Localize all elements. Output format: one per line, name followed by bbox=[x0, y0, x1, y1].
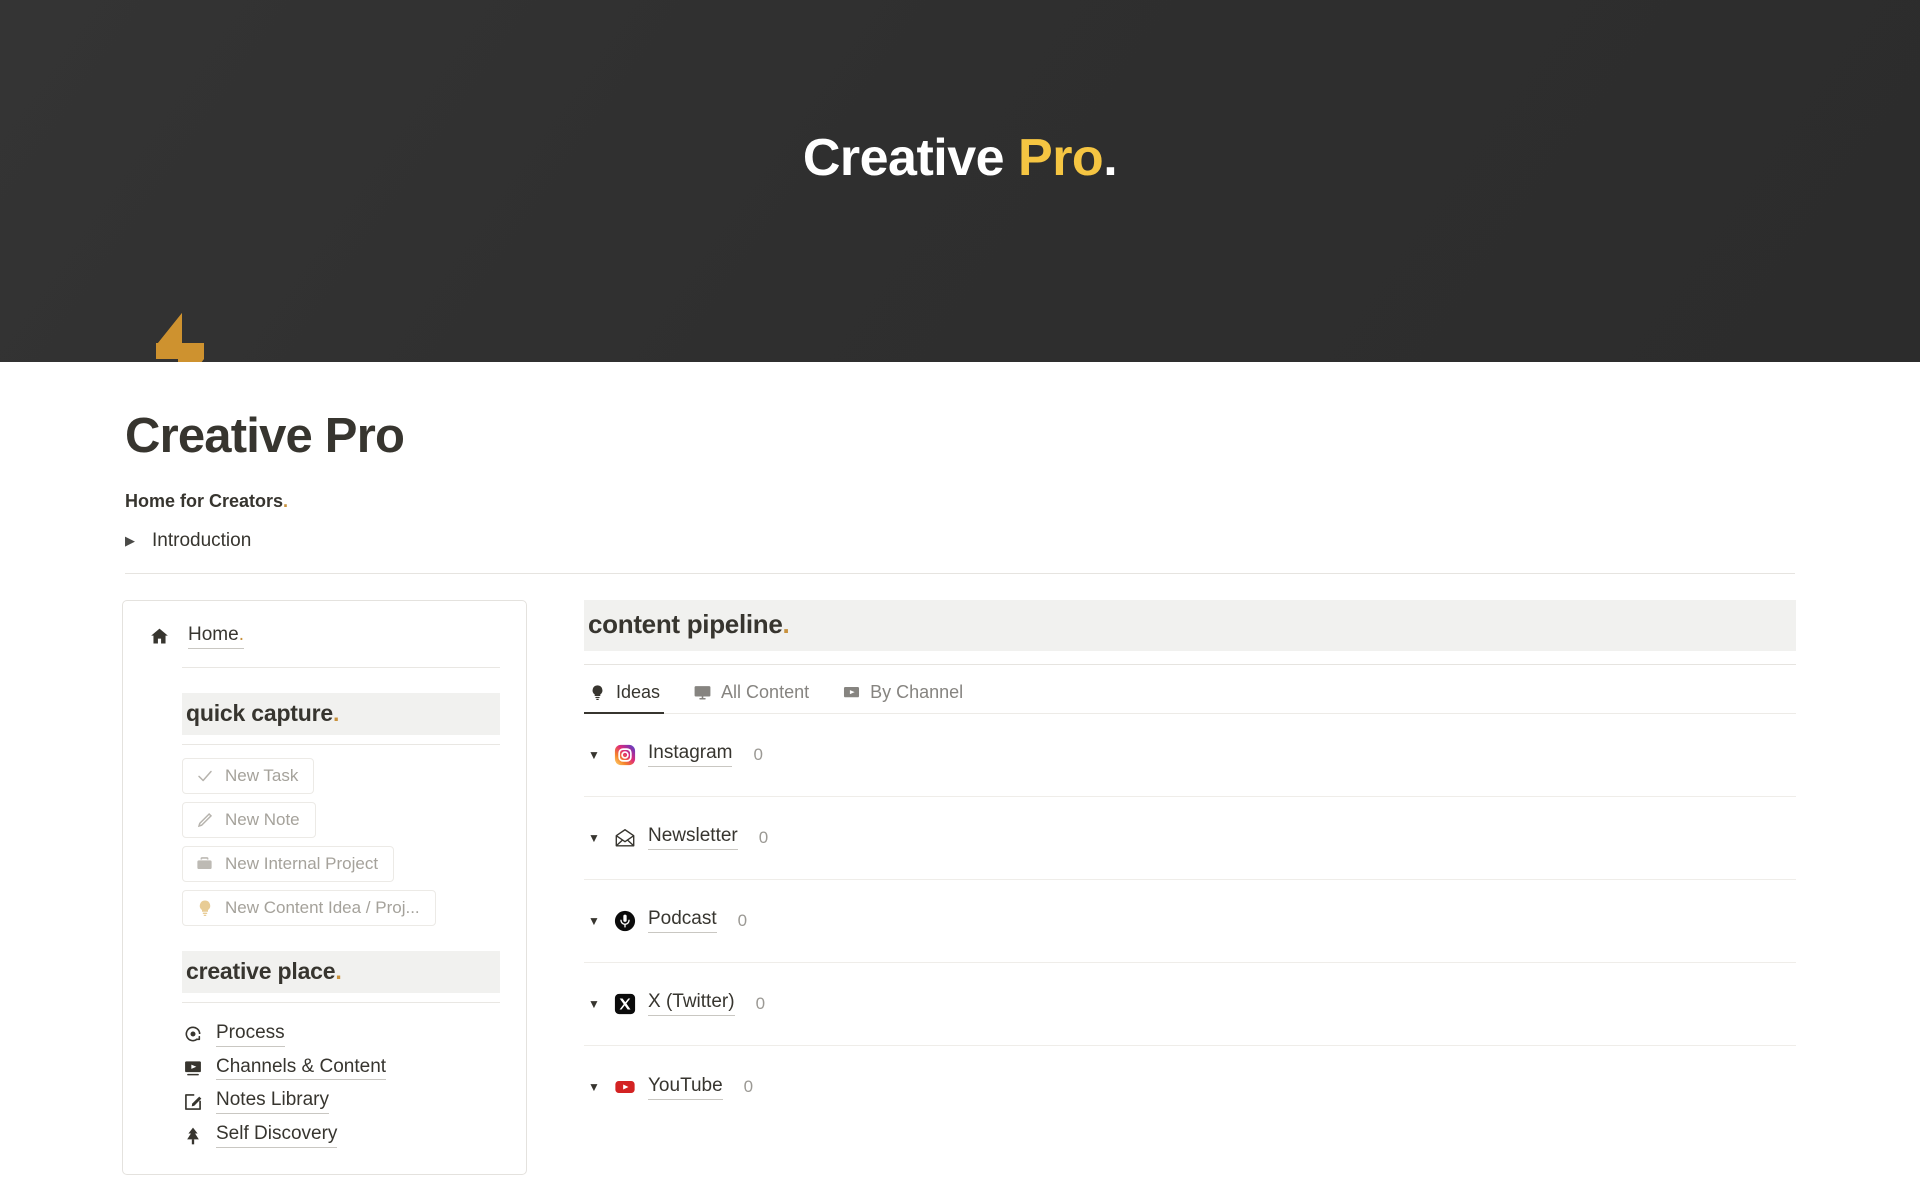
table-row[interactable]: ▼ Podcast 0 bbox=[584, 880, 1796, 963]
page-title: Creative Pro bbox=[125, 409, 405, 463]
content-pipeline-divider bbox=[584, 663, 1796, 665]
table-row[interactable]: ▼ Newsletter 0 bbox=[584, 797, 1796, 880]
video-icon bbox=[182, 1057, 203, 1078]
tree-icon bbox=[182, 1125, 203, 1146]
page-subtitle-dot: . bbox=[283, 490, 289, 511]
newsletter-icon bbox=[613, 826, 636, 849]
sidebar-item-notes-library[interactable]: Notes Library bbox=[182, 1089, 500, 1115]
quick-capture-buttons: New Task New Note New Internal Project N… bbox=[182, 757, 500, 926]
lightbulb-icon bbox=[588, 683, 607, 702]
banner-title: Creative Pro. bbox=[802, 128, 1118, 188]
new-note-button[interactable]: New Note bbox=[182, 801, 316, 838]
banner-title-dot: . bbox=[1103, 129, 1118, 187]
sidebar-item-process-label: Process bbox=[216, 1022, 285, 1047]
chevron-down-icon[interactable]: ▼ bbox=[588, 832, 601, 844]
new-content-idea-label: New Content Idea / Proj... bbox=[225, 897, 420, 917]
sidebar-item-notes-library-label: Notes Library bbox=[216, 1089, 329, 1115]
table-row[interactable]: ▼ Instagram 0 bbox=[584, 714, 1796, 797]
briefcase-icon bbox=[195, 854, 214, 873]
new-task-button[interactable]: New Task bbox=[182, 757, 315, 794]
sidebar-home-row[interactable]: Home. bbox=[149, 624, 500, 653]
content-pipeline-panel: content pipeline. Ideas All Content By C… bbox=[584, 599, 1796, 1129]
x-twitter-icon bbox=[613, 992, 636, 1015]
cover-banner: Creative Pro. bbox=[0, 0, 1920, 362]
page-body: Creative Pro Home for Creators. ▶ Introd… bbox=[0, 409, 1920, 1175]
introduction-toggle-label: Introduction bbox=[152, 529, 252, 551]
channel-name[interactable]: X (Twitter) bbox=[648, 991, 735, 1017]
sidebar-home-dot: . bbox=[238, 623, 244, 645]
tab-all-content-label: All Content bbox=[721, 681, 810, 702]
sidebar-item-self-discovery[interactable]: Self Discovery bbox=[182, 1123, 500, 1148]
tab-by-channel[interactable]: By Channel bbox=[838, 678, 967, 714]
sidebar-home-divider bbox=[182, 666, 500, 668]
sidebar-home-link[interactable]: Home. bbox=[188, 624, 244, 649]
creative-place-divider bbox=[182, 1001, 500, 1003]
table-row[interactable]: ▼ X (Twitter) 0 bbox=[584, 963, 1796, 1046]
channel-name[interactable]: Podcast bbox=[648, 908, 717, 934]
channel-name[interactable]: YouTube bbox=[648, 1075, 723, 1100]
tab-ideas-label: Ideas bbox=[616, 681, 661, 702]
channel-count: 0 bbox=[743, 1077, 754, 1097]
introduction-toggle[interactable]: ▶ Introduction bbox=[125, 530, 251, 552]
sidebar-home-label: Home bbox=[188, 623, 239, 645]
check-icon bbox=[195, 766, 214, 785]
sidebar-item-channels-content-label: Channels & Content bbox=[216, 1056, 387, 1081]
pipeline-tabs: Ideas All Content By Channel bbox=[584, 678, 1796, 714]
channel-count: 0 bbox=[758, 827, 769, 847]
new-internal-project-button[interactable]: New Internal Project bbox=[182, 845, 395, 882]
youtube-icon bbox=[613, 1076, 636, 1099]
lightbulb-icon bbox=[195, 898, 214, 917]
channel-count: 0 bbox=[755, 993, 766, 1013]
chevron-right-icon[interactable]: ▶ bbox=[125, 534, 139, 547]
chevron-down-icon[interactable]: ▼ bbox=[588, 749, 601, 761]
channel-count: 0 bbox=[737, 910, 748, 930]
table-row[interactable]: ▼ YouTube 0 bbox=[584, 1046, 1796, 1129]
creative-place-heading-dot: . bbox=[335, 957, 342, 984]
page-header: Creative Pro Home for Creators. ▶ Introd… bbox=[0, 409, 1920, 552]
tab-ideas[interactable]: Ideas bbox=[584, 678, 665, 714]
pencil-icon bbox=[195, 810, 214, 829]
monitor-icon bbox=[693, 683, 712, 702]
creative-place-nav: Process Channels & Content Notes Library bbox=[182, 1022, 500, 1148]
page-subtitle: Home for Creators. bbox=[125, 491, 1920, 512]
instagram-icon bbox=[613, 743, 636, 766]
new-note-label: New Note bbox=[225, 809, 300, 829]
process-icon bbox=[182, 1024, 203, 1045]
lightning-bolt-icon[interactable] bbox=[142, 313, 220, 362]
sidebar-item-self-discovery-label: Self Discovery bbox=[216, 1123, 338, 1148]
new-internal-project-label: New Internal Project bbox=[225, 853, 379, 873]
new-content-idea-button[interactable]: New Content Idea / Proj... bbox=[182, 889, 436, 926]
content-pipeline-heading-dot: . bbox=[782, 608, 790, 639]
quick-capture-heading-dot: . bbox=[332, 699, 340, 726]
quick-capture-divider bbox=[182, 743, 500, 745]
quick-capture-heading: quick capture. bbox=[182, 692, 500, 735]
sidebar-item-channels-content[interactable]: Channels & Content bbox=[182, 1056, 500, 1081]
creative-place-heading-text: creative place bbox=[186, 957, 336, 984]
home-icon bbox=[149, 626, 170, 647]
banner-title-accent: Pro bbox=[1018, 129, 1104, 187]
note-edit-icon bbox=[182, 1091, 203, 1112]
channel-name[interactable]: Newsletter bbox=[648, 825, 738, 851]
content-columns: Home. quick capture. New Task New Note N… bbox=[0, 574, 1920, 1175]
sidebar-card: Home. quick capture. New Task New Note N… bbox=[122, 599, 527, 1175]
chevron-down-icon[interactable]: ▼ bbox=[588, 1081, 601, 1093]
tab-by-channel-label: By Channel bbox=[870, 681, 964, 702]
channel-name[interactable]: Instagram bbox=[648, 742, 733, 768]
channel-count: 0 bbox=[753, 744, 763, 764]
chevron-down-icon[interactable]: ▼ bbox=[588, 998, 601, 1010]
video-icon bbox=[842, 683, 861, 702]
chevron-down-icon[interactable]: ▼ bbox=[588, 915, 601, 927]
quick-capture-heading-text: quick capture bbox=[186, 699, 333, 726]
banner-title-main: Creative bbox=[802, 129, 1019, 187]
sidebar-item-process[interactable]: Process bbox=[182, 1022, 500, 1047]
podcast-icon bbox=[613, 909, 636, 932]
new-task-label: New Task bbox=[225, 765, 299, 785]
creative-place-heading: creative place. bbox=[182, 950, 500, 993]
tab-all-content[interactable]: All Content bbox=[689, 678, 813, 714]
page-subtitle-text: Home for Creators bbox=[125, 490, 284, 511]
content-pipeline-heading: content pipeline. bbox=[584, 599, 1796, 651]
content-pipeline-heading-text: content pipeline bbox=[588, 608, 783, 639]
